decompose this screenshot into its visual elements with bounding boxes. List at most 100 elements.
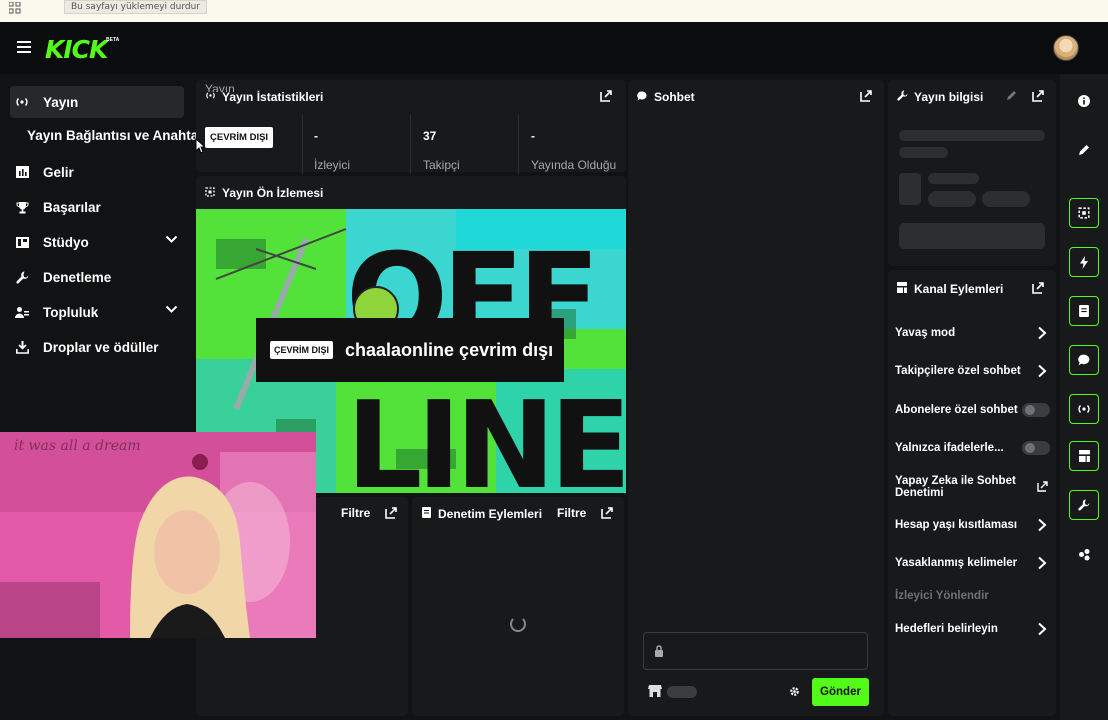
chevron-right-icon[interactable] [1036, 622, 1048, 636]
send-button[interactable]: Gönder [812, 678, 869, 706]
stat-value: 37 [423, 129, 437, 143]
skeleton-pill [928, 191, 976, 207]
skeleton-line [928, 173, 979, 184]
sidebar-item-drops[interactable]: Droplar ve ödüller [10, 331, 184, 363]
external-link-icon[interactable] [1037, 481, 1048, 492]
stat-label: Takipçi [423, 158, 460, 172]
sidebar-item-stream[interactable]: Yayın [10, 86, 184, 118]
popout-icon[interactable] [1031, 281, 1045, 295]
popout-icon[interactable] [384, 506, 398, 520]
beta-label: BETA [106, 37, 120, 43]
subscribers-only-toggle[interactable] [1022, 403, 1050, 417]
chat-icon[interactable] [1069, 345, 1099, 375]
sidebar-item-achievements[interactable]: Başarılar [10, 191, 184, 223]
chevron-right-icon[interactable] [1036, 556, 1048, 570]
panel-title: Denetim Eylemleri [438, 507, 543, 521]
document-icon[interactable] [1069, 296, 1099, 326]
offline-caption: ÇEVRİM DIŞI chaalaonline çevrim dışı [256, 318, 564, 382]
action-banned-words[interactable]: Yasaklanmış kelimeler [895, 557, 1017, 569]
chat-panel: Sohbet [628, 80, 884, 716]
action-account-age[interactable]: Hesap yaşı kısıtlaması [895, 519, 1017, 531]
community-icon [14, 304, 30, 320]
sidebar-item-studio[interactable]: Stüdyo [10, 226, 184, 258]
lock-icon [655, 645, 663, 657]
drops-icon [14, 339, 30, 355]
wrench-icon [14, 269, 30, 285]
chevron-right-icon[interactable] [1036, 326, 1048, 340]
skeleton-line [899, 147, 948, 158]
top-header: KICK BETA [0, 22, 1108, 74]
wrench-icon [896, 90, 908, 104]
chevron-down-icon[interactable] [165, 305, 178, 314]
action-followers-only[interactable]: Takipçilere özel sohbet [895, 365, 1021, 377]
stop-loading-tooltip: Bu sayfayı yüklemeyi durdur [64, 0, 207, 14]
offline-text-bottom: LINE [346, 377, 626, 493]
filter-button[interactable]: Filtre [557, 506, 586, 520]
edit-icon[interactable] [1006, 90, 1017, 101]
filter-button[interactable]: Filtre [341, 506, 370, 520]
document-icon [420, 507, 432, 521]
panel-title: Sohbet [654, 90, 695, 104]
apps-grid-icon[interactable] [9, 2, 21, 14]
chevron-right-icon[interactable] [1036, 518, 1048, 532]
sidebar-item-community[interactable]: Topluluk [10, 296, 184, 328]
chevron-down-icon[interactable] [165, 235, 178, 244]
chat-icon [636, 90, 648, 104]
lightning-icon[interactable] [1069, 247, 1099, 277]
status-badge: ÇEVRİM DIŞI [205, 127, 274, 148]
action-emotes-only: Yalnızca ifadelerle... [895, 442, 1004, 454]
gear-icon[interactable] [789, 686, 800, 697]
panel-title: Yayın İstatistikleri [222, 90, 324, 104]
stat-value: - [531, 129, 535, 143]
skeleton-block [899, 223, 1045, 249]
pencil-icon[interactable] [1069, 135, 1099, 165]
store-icon[interactable] [648, 684, 662, 698]
emotes-only-toggle[interactable] [1022, 441, 1050, 455]
stat-label: Yayın [205, 82, 235, 92]
sidebar-item-moderation[interactable]: Denetleme [10, 261, 184, 293]
broadcast-icon [14, 94, 30, 110]
menu-icon[interactable] [17, 41, 31, 53]
browser-status-bar: Bu sayfayı yüklemeyi durdur [0, 0, 1108, 22]
sidebar-item-label: Droplar ve ödüller [43, 339, 159, 355]
popout-icon[interactable] [1031, 89, 1045, 103]
stat-label: İzleyici [314, 158, 351, 172]
chevron-right-icon[interactable] [1036, 364, 1048, 378]
chat-message-input[interactable] [643, 632, 868, 670]
kick-logo[interactable]: KICK [45, 35, 108, 64]
popout-icon[interactable] [859, 89, 873, 103]
add-widget-icon[interactable] [1069, 539, 1099, 569]
channel-icon[interactable] [1069, 441, 1099, 471]
skeleton-line [899, 130, 1045, 141]
sidebar-item-label: Denetleme [43, 269, 112, 285]
loading-spinner [510, 616, 526, 632]
chart-icon [14, 164, 30, 180]
sidebar-item-stream-key[interactable]: Yayın Bağlantısı ve Anahtarı [27, 128, 207, 143]
user-avatar[interactable] [1053, 35, 1079, 61]
sidebar-item-revenue[interactable]: Gelir [10, 156, 184, 188]
action-set-goals[interactable]: Hedefleri belirleyin [895, 623, 998, 635]
mouse-cursor-icon [195, 138, 205, 154]
chat-points-pill [667, 686, 697, 698]
webcam-feed [0, 432, 316, 638]
webcam-overlay: it was all a dream [0, 432, 316, 638]
offline-badge: ÇEVRİM DIŞI [270, 341, 334, 359]
stat-label: Yayında Olduğu [531, 158, 617, 172]
sidebar-item-label: Gelir [43, 164, 74, 180]
action-ai-moderation[interactable]: Yapay Zeka ile Sohbet Denetimi [895, 475, 1025, 499]
webcam-overlay-text: it was all a dream [14, 438, 141, 454]
broadcast-icon [204, 91, 216, 103]
action-host-viewers: İzleyici Yönlendir [895, 590, 989, 602]
stat-value: - [314, 129, 318, 143]
popout-icon[interactable] [599, 89, 613, 103]
offline-caption-text: chaalaonline çevrim dışı [345, 339, 554, 360]
moderation-actions-panel: Denetim Eylemleri Filtre [412, 497, 624, 716]
skeleton-pill [982, 191, 1030, 207]
popout-icon[interactable] [600, 506, 614, 520]
broadcast-icon[interactable] [1069, 394, 1099, 424]
sidebar-item-label: Topluluk [43, 304, 99, 320]
info-icon[interactable] [1069, 86, 1099, 116]
wrench-icon[interactable] [1069, 490, 1099, 520]
preview-toggle-icon[interactable] [1069, 198, 1099, 228]
action-slow-mode[interactable]: Yavaş mod [895, 327, 955, 339]
